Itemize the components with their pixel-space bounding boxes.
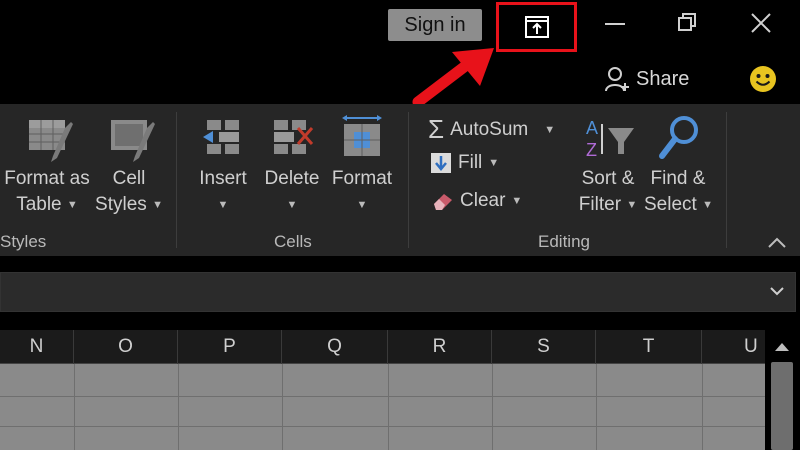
delete-cells-icon (274, 120, 314, 154)
collapse-ribbon-button[interactable] (766, 236, 788, 255)
chevron-down-icon: ▼ (626, 199, 638, 211)
find-select-label-2: Select (644, 194, 697, 216)
red-arrow-annotation (412, 48, 494, 108)
group-separator (726, 112, 727, 248)
scroll-up-button[interactable] (773, 340, 791, 358)
group-separator (176, 112, 177, 248)
formula-input[interactable] (0, 272, 796, 312)
triangle-up-icon (775, 343, 789, 351)
svg-text:A: A (586, 118, 598, 138)
share-label: Share (636, 67, 690, 90)
insert-button[interactable]: Insert ▼ (190, 114, 256, 218)
svg-text:Z: Z (586, 140, 597, 160)
cell-styles-label-1: Cell (112, 168, 146, 189)
ribbon-display-options-button[interactable] (496, 2, 577, 52)
chevron-down-icon: ▼ (66, 199, 78, 211)
restore-button[interactable] (672, 8, 702, 38)
format-as-table-label-1: Format as (4, 168, 90, 189)
sort-filter-label-2: Filter (578, 194, 622, 216)
ribbon-display-options-icon (525, 16, 549, 38)
fill-button[interactable]: Fill ▼ (430, 152, 499, 174)
editing-group-label: Editing (538, 232, 590, 251)
smiley-icon (750, 66, 776, 92)
gridline (178, 364, 179, 450)
delete-button[interactable]: Delete ▼ (260, 114, 324, 218)
column-header-o[interactable]: O (74, 330, 178, 364)
autosum-label: AutoSum (450, 118, 529, 140)
feedback-smiley-button[interactable] (748, 64, 778, 99)
column-header-r[interactable]: R (388, 330, 492, 364)
chevron-down-icon: ▼ (488, 157, 500, 169)
format-label: Format (331, 168, 393, 189)
chevron-down-icon: ▼ (356, 199, 368, 211)
cells-group-label: Cells (274, 232, 312, 251)
chevron-down-icon (770, 287, 784, 296)
expand-formula-bar-button[interactable] (768, 284, 786, 303)
cell-styles-icon (111, 120, 155, 162)
fill-down-icon (431, 153, 451, 173)
cell-styles-label-2: Styles (95, 194, 147, 216)
sign-in-button[interactable]: Sign in (388, 9, 482, 41)
gridline (388, 364, 389, 450)
chevron-down-icon: ▼ (511, 195, 523, 207)
column-header-t[interactable]: T (596, 330, 702, 364)
gridline (702, 364, 703, 450)
minimize-button[interactable] (600, 8, 630, 38)
autosum-button[interactable]: Σ AutoSum ▼ (428, 114, 555, 145)
column-header-s[interactable]: S (492, 330, 596, 364)
close-button[interactable] (746, 8, 776, 38)
cell-styles-button[interactable]: Cell Styles ▼ (94, 114, 164, 218)
chevron-down-icon: ▼ (286, 199, 298, 211)
gridline (492, 364, 493, 450)
column-header-q[interactable]: Q (282, 330, 388, 364)
sort-filter-label-1: Sort & (581, 168, 635, 189)
close-icon (751, 13, 771, 33)
gridline (282, 364, 283, 450)
gridline (596, 364, 597, 450)
restore-icon (678, 13, 696, 31)
format-as-table-button[interactable]: Format as Table ▼ (0, 114, 94, 218)
sort-filter-button[interactable]: A Z Sort & Filter ▼ (574, 114, 642, 218)
gridline (74, 364, 75, 450)
find-select-label-1: Find & (650, 168, 706, 189)
sort-filter-icon: A Z (586, 118, 634, 160)
clear-label: Clear (460, 190, 506, 211)
magnifier-icon (659, 116, 698, 159)
insert-label: Insert (199, 168, 247, 189)
delete-label: Delete (264, 168, 320, 189)
share-person-icon (605, 67, 629, 92)
format-button[interactable]: Format ▼ (328, 114, 396, 218)
chevron-down-icon: ▼ (152, 199, 163, 211)
fill-label: Fill (458, 152, 483, 173)
find-select-button[interactable]: Find & Select ▼ (644, 114, 713, 218)
worksheet-cells[interactable] (0, 364, 765, 450)
format-as-table-icon (29, 120, 73, 162)
column-header-p[interactable]: P (178, 330, 282, 364)
scrollbar-thumb[interactable] (771, 362, 793, 450)
chevron-down-icon: ▼ (702, 199, 713, 211)
share-button[interactable]: Share (604, 63, 689, 95)
format-as-table-label-2: Table (16, 194, 62, 216)
format-cells-icon (342, 115, 382, 156)
gridline (0, 426, 765, 427)
eraser-icon (434, 194, 452, 210)
chevron-up-icon (768, 237, 786, 248)
styles-group-label: Styles (0, 232, 47, 251)
gridline (0, 396, 765, 397)
insert-cells-icon (203, 120, 239, 154)
sigma-icon: Σ (428, 114, 445, 144)
chevron-down-icon: ▼ (217, 199, 229, 211)
minimize-icon (605, 23, 625, 25)
chevron-down-icon: ▼ (544, 123, 556, 136)
clear-button[interactable]: Clear ▼ (430, 190, 522, 212)
column-header-n[interactable]: N (0, 330, 74, 364)
group-separator (408, 112, 409, 248)
